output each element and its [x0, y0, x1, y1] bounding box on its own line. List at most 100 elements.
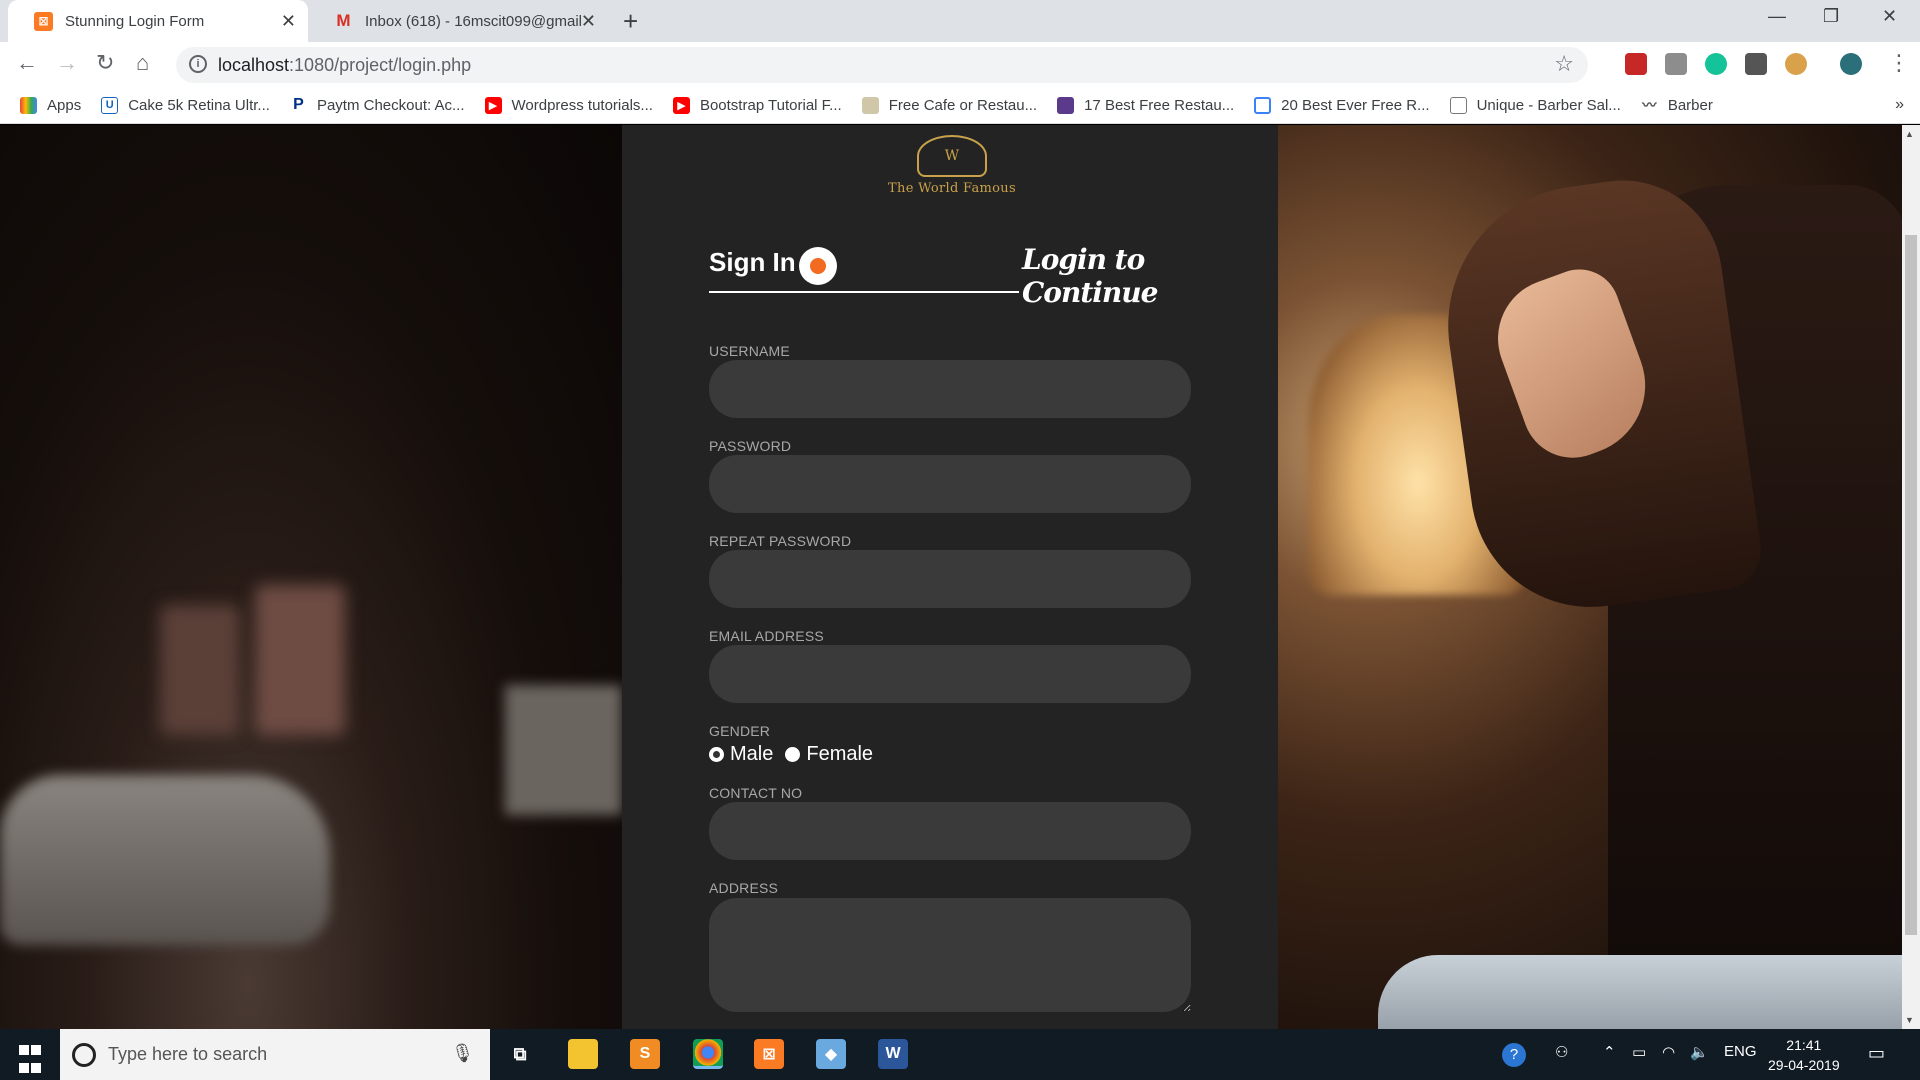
gmail-icon: M	[336, 11, 351, 30]
info-icon[interactable]: i	[189, 55, 207, 73]
wifi-icon[interactable]: ◠	[1662, 1043, 1675, 1061]
bookmark-item[interactable]: P Paytm Checkout: Ac...	[289, 96, 465, 114]
taskbar-search[interactable]: Type here to search 🎙	[60, 1029, 490, 1080]
scroll-down-icon[interactable]: ▼	[1905, 1015, 1914, 1025]
background-left-image	[0, 125, 622, 1029]
close-icon[interactable]: ✕	[581, 11, 596, 32]
microphone-icon[interactable]: 🎙	[451, 1043, 474, 1064]
xampp-icon[interactable]: ⊠	[754, 1039, 784, 1069]
restore-icon[interactable]: ❐	[1823, 6, 1839, 27]
profile-avatar[interactable]	[1840, 53, 1862, 75]
crest-icon: W	[917, 135, 987, 177]
orange-dot	[810, 258, 826, 274]
username-input[interactable]	[709, 360, 1191, 418]
chrome-icon[interactable]	[693, 1039, 723, 1069]
task-view-icon[interactable]: ⧉	[505, 1039, 535, 1069]
youtube-icon: ▶	[484, 96, 502, 114]
clock-date: 29-04-2019	[1768, 1057, 1840, 1073]
bookmarks-overflow-icon[interactable]: »	[1895, 96, 1904, 114]
back-icon[interactable]: ←	[16, 50, 38, 76]
close-icon[interactable]: ✕	[281, 11, 296, 32]
volume-icon[interactable]: 🔈	[1690, 1043, 1709, 1061]
bookmark-label: 20 Best Ever Free R...	[1281, 96, 1430, 114]
tab-gmail-inbox[interactable]: M Inbox (618) - 16mscit099@gmail ✕	[308, 0, 608, 42]
bookmark-item[interactable]: 17 Best Free Restau...	[1057, 96, 1235, 114]
file-explorer-icon[interactable]	[568, 1039, 598, 1069]
address-textarea[interactable]	[709, 898, 1191, 1012]
bookmark-item[interactable]: 〰 Barber	[1641, 97, 1713, 114]
bookmark-item[interactable]: ▶ Bootstrap Tutorial F...	[672, 96, 842, 114]
towel	[1378, 955, 1902, 1029]
sign-in-indicator-icon	[799, 247, 837, 285]
reload-icon[interactable]: ↻	[96, 50, 114, 76]
page-viewport: W The World Famous Sign In Login to Cont…	[0, 125, 1902, 1029]
brand-name: The World Famous	[888, 181, 1016, 196]
password-label: PASSWORD	[709, 438, 792, 454]
menu-kebab-icon[interactable]: ⋮	[1888, 50, 1910, 76]
scroll-up-icon[interactable]: ▲	[1905, 129, 1914, 139]
page-scrollbar[interactable]: ▲ ▼	[1902, 125, 1920, 1029]
bookmark-label: 17 Best Free Restau...	[1084, 96, 1235, 114]
bookmark-item[interactable]: U Cake 5k Retina Ultr...	[101, 96, 270, 114]
email-input[interactable]	[709, 645, 1191, 703]
bookmark-label: Unique - Barber Sal...	[1476, 96, 1621, 114]
gender-female-radio[interactable]	[785, 747, 801, 762]
repeat-password-input[interactable]	[709, 550, 1191, 608]
minimize-icon[interactable]: —	[1768, 6, 1786, 27]
gender-male-radio[interactable]	[709, 747, 724, 762]
sublime-text-icon[interactable]: S	[630, 1039, 660, 1069]
grammarly-icon[interactable]	[1705, 53, 1727, 75]
tray-chevron-icon[interactable]: ⌃	[1603, 1043, 1616, 1061]
repeat-password-label: REPEAT PASSWORD	[709, 533, 852, 549]
bookmark-star-icon[interactable]: ☆	[1554, 51, 1574, 77]
help-icon[interactable]: ?	[1502, 1043, 1526, 1067]
new-tab-button[interactable]: +	[623, 6, 638, 37]
contact-label: CONTACT NO	[709, 785, 803, 801]
extension-badge-icon[interactable]	[1745, 53, 1767, 75]
windows-start-icon[interactable]	[18, 1043, 42, 1079]
apps-grid-icon	[20, 96, 37, 114]
tab-login-to-continue[interactable]: Login to Continue	[1022, 243, 1189, 309]
bookmark-item[interactable]: Free Cafe or Restau...	[861, 96, 1037, 114]
gender-label: GENDER	[709, 723, 771, 739]
cortana-icon	[72, 1043, 96, 1067]
cookie-icon[interactable]	[1785, 53, 1807, 75]
gender-radio-group: Male Female	[709, 743, 873, 766]
bookmark-label: Paytm Checkout: Ac...	[316, 96, 465, 114]
colorlib-icon	[1057, 96, 1075, 114]
background-right-image	[1278, 125, 1902, 1029]
forward-icon[interactable]: →	[56, 50, 78, 76]
battery-icon[interactable]: ▭	[1632, 1043, 1646, 1061]
word-icon[interactable]: W	[878, 1039, 908, 1069]
tab-stunning-login[interactable]: ⊠ Stunning Login Form ✕	[8, 0, 308, 42]
bookmark-item[interactable]: 20 Best Ever Free R...	[1254, 96, 1430, 114]
bookmark-apps[interactable]: Apps	[20, 96, 81, 114]
tab-sign-in[interactable]: Sign In	[709, 247, 796, 278]
youtube-icon: ▶	[672, 96, 690, 114]
username-label: USERNAME	[709, 343, 790, 359]
browser-tabbar: ⊠ Stunning Login Form ✕ M Inbox (618) - …	[0, 0, 1920, 42]
notifications-icon[interactable]: ▭	[1868, 1043, 1885, 1064]
close-window-icon[interactable]: ✕	[1882, 6, 1897, 27]
email-label: EMAIL ADDRESS	[709, 628, 824, 644]
language-indicator[interactable]: ENG	[1724, 1043, 1757, 1060]
home-icon[interactable]: ⌂	[136, 50, 149, 76]
address-label: ADDRESS	[709, 880, 779, 896]
bookmark-item[interactable]: ▶ Wordpress tutorials...	[484, 96, 653, 114]
system-clock[interactable]: 21:41 29-04-2019	[1768, 1035, 1840, 1075]
password-input[interactable]	[709, 455, 1191, 513]
scrollbar-thumb[interactable]	[1905, 235, 1917, 935]
blurred-jar	[160, 605, 240, 735]
bookmark-item[interactable]: Unique - Barber Sal...	[1449, 96, 1621, 114]
gender-female-label: Female	[806, 743, 874, 765]
url-path: :1080/project/login.php	[289, 54, 472, 75]
contact-input[interactable]	[709, 802, 1191, 860]
virtualbox-icon[interactable]: ◆	[816, 1039, 846, 1069]
active-tab-underline	[709, 291, 1019, 293]
blurred-box	[505, 685, 622, 815]
bookmark-label: Barber	[1667, 96, 1713, 114]
address-bar[interactable]: i localhost:1080/project/login.php ☆	[176, 47, 1588, 83]
shield-extension-icon[interactable]	[1625, 53, 1647, 75]
people-icon[interactable]: ⚇	[1555, 1043, 1568, 1061]
eyedropper-extension-icon[interactable]	[1665, 53, 1687, 75]
